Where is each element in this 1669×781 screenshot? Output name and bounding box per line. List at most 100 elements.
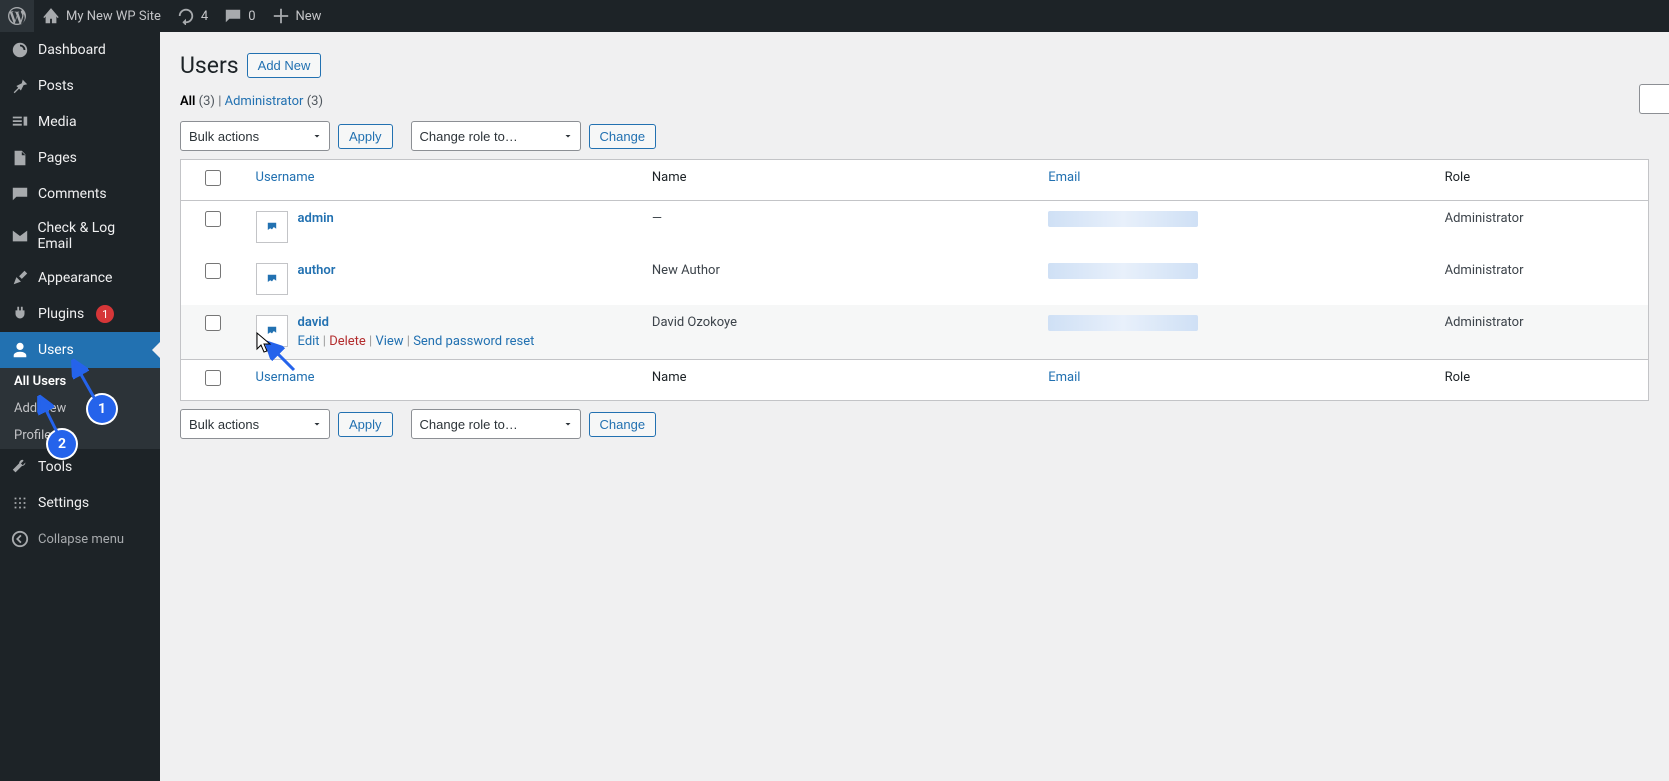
menu-label: Tools xyxy=(38,459,72,475)
menu-label: Media xyxy=(38,114,77,130)
row-checkbox[interactable] xyxy=(205,211,221,227)
col-role: Role xyxy=(1435,360,1649,401)
comments-icon xyxy=(10,184,30,204)
col-username[interactable]: Username xyxy=(246,160,642,201)
avatar xyxy=(256,315,288,347)
menu-label: Plugins xyxy=(38,306,84,322)
col-username[interactable]: Username xyxy=(246,360,642,401)
menu-check-log-email[interactable]: Check & Log Email xyxy=(0,212,160,260)
col-email[interactable]: Email xyxy=(1038,160,1434,201)
change-button[interactable]: Change xyxy=(589,124,657,149)
home-icon xyxy=(42,7,60,25)
menu-label: Settings xyxy=(38,495,89,511)
table-row: admin — Administrator xyxy=(181,201,1649,254)
menu-label: Dashboard xyxy=(38,42,106,58)
email-blurred xyxy=(1048,315,1198,331)
select-all-checkbox[interactable] xyxy=(205,370,221,386)
send-password-reset-link[interactable]: Send password reset xyxy=(413,334,534,349)
role-cell: Administrator xyxy=(1435,253,1649,305)
submenu-all-users[interactable]: All Users xyxy=(0,368,160,395)
edit-link[interactable]: Edit xyxy=(298,334,320,349)
plus-icon xyxy=(272,7,290,25)
avatar xyxy=(256,263,288,295)
username-link[interactable]: david xyxy=(298,315,329,330)
menu-users[interactable]: Users xyxy=(0,332,160,368)
email-blurred xyxy=(1048,263,1198,279)
bulk-actions-select[interactable]: Bulk actions xyxy=(180,409,330,439)
change-button[interactable]: Change xyxy=(589,412,657,437)
apply-button[interactable]: Apply xyxy=(338,124,393,149)
avatar xyxy=(256,211,288,243)
name-cell: David Ozokoye xyxy=(642,305,1038,360)
site-name: My New WP Site xyxy=(66,9,161,24)
submenu-add-new[interactable]: Add New xyxy=(0,395,160,422)
updates-link[interactable]: 4 xyxy=(169,0,216,32)
comment-icon xyxy=(224,7,242,25)
search-input-stub[interactable] xyxy=(1639,84,1669,114)
delete-link[interactable]: Delete xyxy=(329,334,366,349)
email-blurred xyxy=(1048,211,1198,227)
collapse-icon xyxy=(10,529,30,549)
role-cell: Administrator xyxy=(1435,305,1649,360)
change-role-select[interactable]: Change role to… xyxy=(411,121,581,151)
appearance-icon xyxy=(10,268,30,288)
role-cell: Administrator xyxy=(1435,201,1649,254)
updates-count: 4 xyxy=(201,9,208,24)
user-filters: All (3) | Administrator (3) xyxy=(180,94,1649,109)
site-name-link[interactable]: My New WP Site xyxy=(34,0,169,32)
menu-dashboard[interactable]: Dashboard xyxy=(0,32,160,68)
menu-pages[interactable]: Pages xyxy=(0,140,160,176)
filter-admin-count: (3) xyxy=(307,94,323,109)
username-link[interactable]: author xyxy=(298,263,336,278)
filter-all[interactable]: All xyxy=(180,94,195,109)
users-icon xyxy=(10,340,30,360)
tools-icon xyxy=(10,457,30,477)
col-name: Name xyxy=(642,360,1038,401)
bulk-actions-select[interactable]: Bulk actions xyxy=(180,121,330,151)
filter-all-count: (3) xyxy=(199,94,215,109)
dashboard-icon xyxy=(10,40,30,60)
users-table: Username Name Email Role admin — Adminis… xyxy=(180,159,1649,401)
menu-media[interactable]: Media xyxy=(0,104,160,140)
plugins-update-badge: 1 xyxy=(96,305,114,323)
menu-label: Comments xyxy=(38,186,107,202)
menu-appearance[interactable]: Appearance xyxy=(0,260,160,296)
collapse-label: Collapse menu xyxy=(38,532,124,547)
menu-label: Posts xyxy=(38,78,74,94)
filter-administrator[interactable]: Administrator xyxy=(225,94,304,109)
menu-posts[interactable]: Posts xyxy=(0,68,160,104)
row-checkbox[interactable] xyxy=(205,263,221,279)
table-nav-top: Bulk actions Apply Change role to… Chang… xyxy=(180,121,1649,151)
wordpress-icon xyxy=(8,7,26,25)
table-row: author New Author Administrator xyxy=(181,253,1649,305)
add-new-button[interactable]: Add New xyxy=(247,53,322,78)
new-label: New xyxy=(296,9,322,24)
collapse-menu[interactable]: Collapse menu xyxy=(0,521,160,557)
menu-settings[interactable]: Settings xyxy=(0,485,160,521)
menu-comments[interactable]: Comments xyxy=(0,176,160,212)
comments-count: 0 xyxy=(248,9,255,24)
table-row: david Edit | Delete | View | Send passwo… xyxy=(181,305,1649,360)
update-icon xyxy=(177,7,195,25)
submenu-profile[interactable]: Profile xyxy=(0,422,160,449)
name-cell: New Author xyxy=(642,253,1038,305)
menu-plugins[interactable]: Plugins 1 xyxy=(0,296,160,332)
plugins-icon xyxy=(10,304,30,324)
row-checkbox[interactable] xyxy=(205,315,221,331)
pin-icon xyxy=(10,76,30,96)
username-link[interactable]: admin xyxy=(298,211,334,226)
apply-button[interactable]: Apply xyxy=(338,412,393,437)
select-all-checkbox[interactable] xyxy=(205,170,221,186)
col-email[interactable]: Email xyxy=(1038,360,1434,401)
new-content-link[interactable]: New xyxy=(264,0,330,32)
wp-logo-link[interactable] xyxy=(0,0,34,32)
mail-icon xyxy=(10,226,29,246)
admin-bar: My New WP Site 4 0 New xyxy=(0,0,1669,32)
menu-tools[interactable]: Tools xyxy=(0,449,160,485)
row-actions: Edit | Delete | View | Send password res… xyxy=(298,334,535,349)
change-role-select[interactable]: Change role to… xyxy=(411,409,581,439)
comments-link[interactable]: 0 xyxy=(216,0,263,32)
col-role: Role xyxy=(1435,160,1649,201)
view-link[interactable]: View xyxy=(375,334,403,349)
menu-label: Appearance xyxy=(38,270,112,286)
